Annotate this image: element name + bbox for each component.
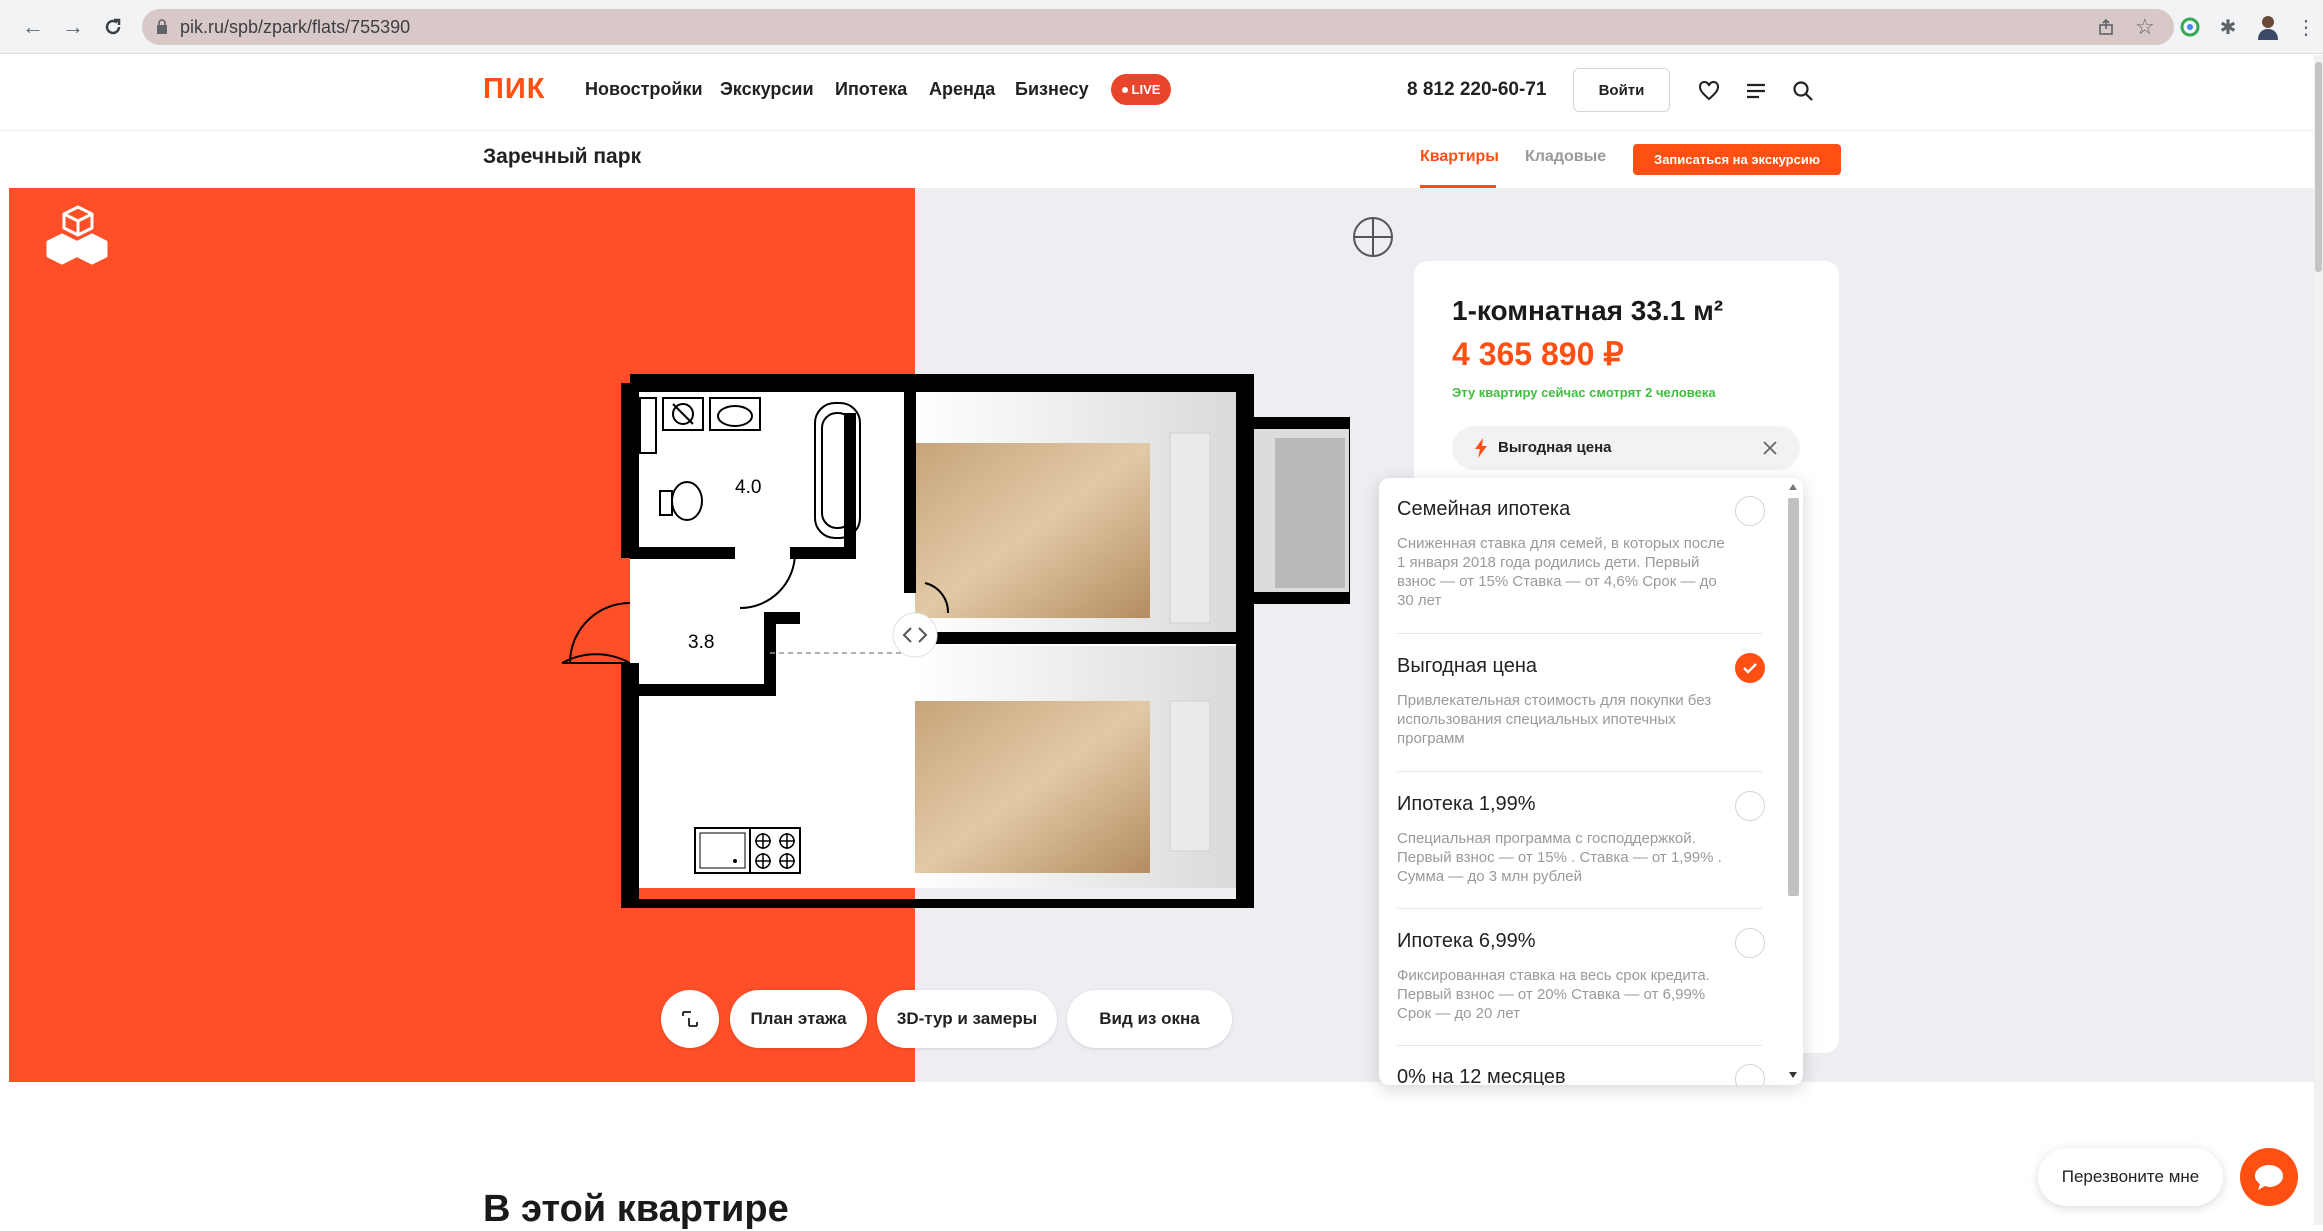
- offer-title: Ипотека 1,99%: [1397, 793, 1536, 815]
- site-header: ПИК Новостройки Экскурсии Ипотека Аренда…: [0, 55, 2323, 129]
- fullscreen-button[interactable]: [661, 990, 719, 1048]
- nav-link-rent[interactable]: Аренда: [929, 79, 995, 100]
- divider: [1397, 1045, 1762, 1046]
- reload-icon[interactable]: [98, 12, 128, 42]
- nav-link-business[interactable]: Бизнесу: [1015, 79, 1089, 100]
- offer-option-good-price[interactable]: Выгодная цена Привлекательная стоимость …: [1397, 655, 1762, 748]
- extension-icon[interactable]: [2176, 13, 2204, 41]
- offer-option-zero-percent[interactable]: 0% на 12 месяцев: [1397, 1066, 1762, 1085]
- live-label: LIVE: [1131, 82, 1161, 97]
- login-button[interactable]: Войти: [1573, 68, 1670, 112]
- compare-slider-handle[interactable]: [892, 612, 938, 658]
- offer-description: Привлекательная стоимость для покупки бе…: [1397, 692, 1712, 747]
- nav-link-excursions[interactable]: Экскурсии: [720, 79, 814, 100]
- offer-select[interactable]: Выгодная цена: [1452, 426, 1800, 470]
- offer-radio-good-price[interactable]: [1735, 653, 1765, 683]
- offer-title: Ипотека 6,99%: [1397, 930, 1536, 952]
- star-icon[interactable]: ☆: [2135, 16, 2157, 38]
- live-dot-icon: [1121, 86, 1128, 93]
- puzzle-icon[interactable]: ✱: [2214, 13, 2242, 41]
- fullscreen-icon: [682, 1011, 698, 1027]
- tab-storage[interactable]: Кладовые: [1525, 148, 1606, 166]
- back-arrow-icon[interactable]: ←: [18, 12, 48, 42]
- divider: [1397, 633, 1762, 634]
- forward-arrow-icon[interactable]: →: [58, 12, 88, 42]
- offer-select-value: Выгодная цена: [1498, 439, 1612, 456]
- divider: [1397, 771, 1762, 772]
- offer-description: Специальная программа с господдержкой. П…: [1397, 830, 1722, 885]
- kebab-menu-icon[interactable]: ⋮: [2292, 13, 2320, 41]
- book-excursion-button[interactable]: Записаться на экскурсию: [1633, 144, 1841, 175]
- offers-dropdown: Семейная ипотека Сниженная ставка для се…: [1379, 478, 1803, 1085]
- room-area-hall: 3.8: [688, 632, 714, 653]
- address-bar[interactable]: pik.ru/spb/zpark/flats/755390 ☆: [142, 9, 2174, 45]
- floor-plan-button[interactable]: План этажа: [730, 990, 867, 1048]
- live-badge[interactable]: LIVE: [1111, 74, 1171, 105]
- page-scroll-thumb[interactable]: [2315, 62, 2322, 272]
- project-title[interactable]: Заречный парк: [483, 145, 641, 169]
- pik-logo[interactable]: ПИК: [483, 73, 545, 106]
- flat-title: 1-комнатная 33.1 м²: [1452, 295, 1724, 326]
- offer-title: Семейная ипотека: [1397, 498, 1571, 520]
- compare-list-icon[interactable]: [1743, 78, 1769, 104]
- project-subheader: Заречный парк Квартиры Кладовые Записать…: [0, 130, 2323, 188]
- url-text: pik.ru/spb/zpark/flats/755390: [180, 17, 411, 37]
- room-area-bathroom: 4.0: [735, 477, 761, 498]
- lightning-icon: [1475, 438, 1487, 458]
- floor-plan: 4.0 3.8: [561, 374, 1350, 908]
- cubes-logo-icon: [46, 205, 108, 265]
- heart-icon[interactable]: [1696, 78, 1722, 104]
- nav-link-novostroyki[interactable]: Новостройки: [585, 79, 703, 100]
- flat-price: 4 365 890 ₽: [1452, 336, 1624, 372]
- share-icon[interactable]: [2097, 17, 2117, 37]
- tab-flats[interactable]: Квартиры: [1420, 148, 1499, 166]
- check-icon: [1743, 663, 1757, 674]
- divider: [1397, 908, 1762, 909]
- nav-link-mortgage[interactable]: Ипотека: [835, 79, 907, 100]
- offer-option-mortgage-699[interactable]: Ипотека 6,99% Фиксированная ставка на ве…: [1397, 930, 1762, 1023]
- chat-button[interactable]: [2240, 1148, 2298, 1206]
- offer-description: Сниженная ставка для семей, в которых по…: [1397, 535, 1725, 609]
- scroll-down-icon[interactable]: [1788, 1071, 1798, 1079]
- browser-toolbar: ← → pik.ru/spb/zpark/flats/755390 ☆ ✱ ⋮: [0, 0, 2323, 54]
- callback-button[interactable]: Перезвоните мне: [2038, 1148, 2223, 1206]
- dropdown-scroll-thumb[interactable]: [1788, 498, 1799, 896]
- search-icon[interactable]: [1790, 78, 1816, 104]
- offer-description: Фиксированная ставка на весь срок кредит…: [1397, 967, 1710, 1022]
- offer-radio-mortgage-199[interactable]: [1735, 791, 1765, 821]
- offer-title: 0% на 12 месяцев: [1397, 1066, 1566, 1085]
- window-view-button[interactable]: Вид из окна: [1067, 990, 1232, 1048]
- offer-option-family[interactable]: Семейная ипотека Сниженная ставка для се…: [1397, 498, 1762, 610]
- phone-number[interactable]: 8 812 220-60-71: [1407, 79, 1546, 101]
- offer-option-mortgage-199[interactable]: Ипотека 1,99% Специальная программа с го…: [1397, 793, 1762, 886]
- profile-icon[interactable]: [2254, 13, 2282, 41]
- offer-title: Выгодная цена: [1397, 655, 1537, 677]
- viewers-notice: Эту квартиру сейчас смотрят 2 человека: [1452, 385, 1716, 400]
- lock-icon: [157, 19, 167, 34]
- chat-icon: [2255, 1165, 2283, 1190]
- 3d-tour-button[interactable]: 3D-тур и замеры: [877, 990, 1057, 1048]
- close-icon[interactable]: [1762, 440, 1778, 456]
- scroll-up-icon[interactable]: [1788, 483, 1798, 491]
- offer-radio-family[interactable]: [1735, 496, 1765, 526]
- offer-radio-mortgage-699[interactable]: [1735, 928, 1765, 958]
- compass-icon[interactable]: [1351, 215, 1395, 259]
